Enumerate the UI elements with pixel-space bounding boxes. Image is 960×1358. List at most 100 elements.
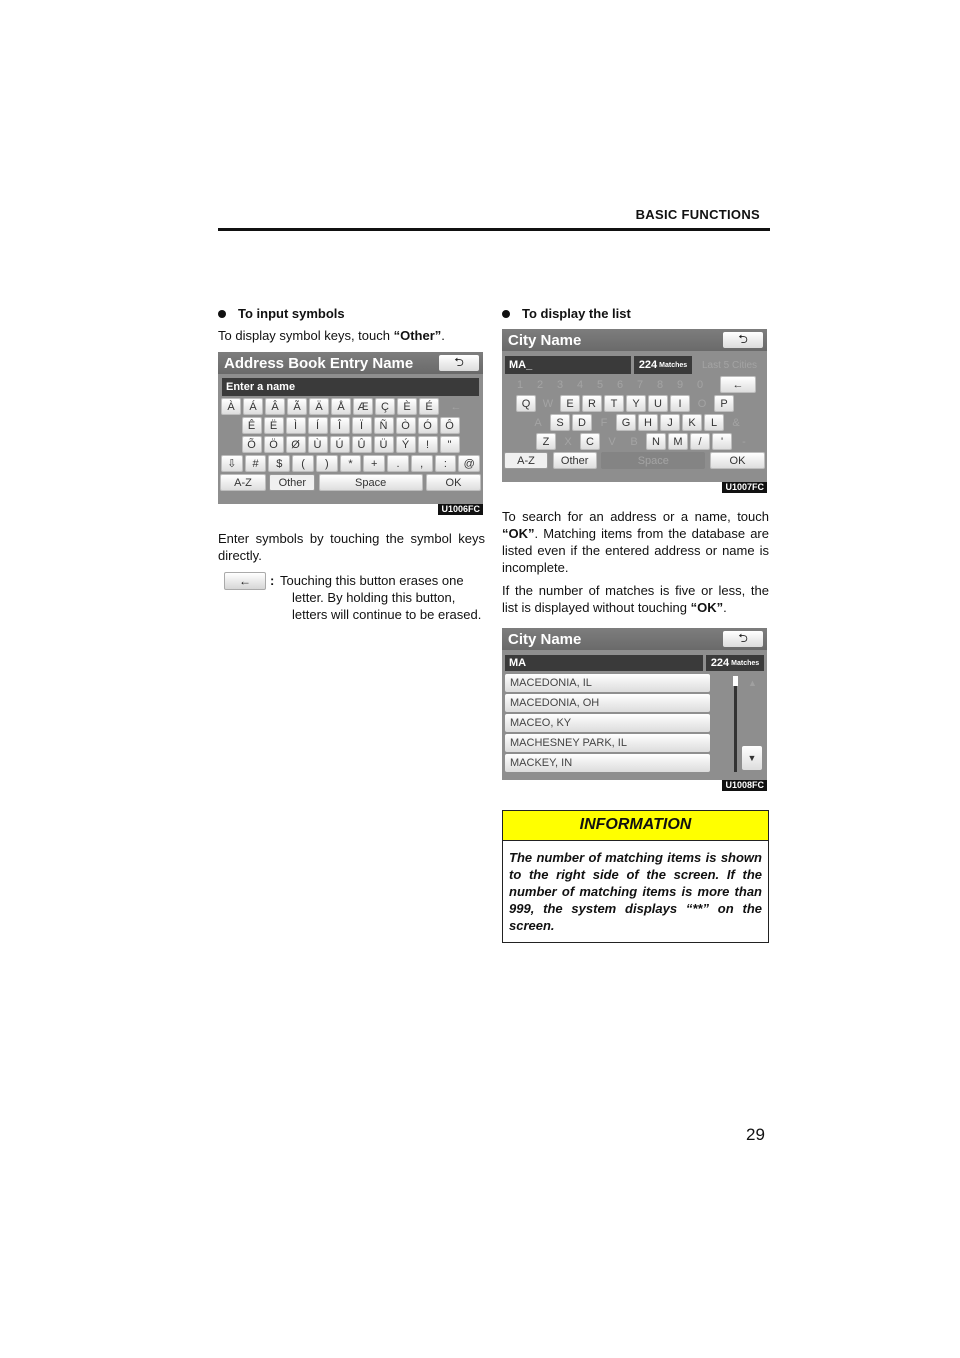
symbol-key[interactable]: Ó: [417, 417, 438, 434]
city-input[interactable]: MA: [505, 655, 703, 671]
letter-key[interactable]: C: [580, 433, 600, 450]
symbol-key[interactable]: Ú: [329, 436, 350, 453]
letter-key[interactable]: M: [668, 433, 688, 450]
digit-key[interactable]: 4: [570, 376, 590, 393]
letter-key[interactable]: V: [602, 433, 622, 450]
scrollbar-thumb[interactable]: [733, 676, 738, 686]
symbol-key[interactable]: Ä: [309, 398, 329, 415]
az-button[interactable]: A-Z: [220, 474, 266, 491]
symbol-key[interactable]: +: [363, 455, 386, 472]
symbol-key[interactable]: Ì: [285, 417, 306, 434]
letter-key[interactable]: /: [690, 433, 710, 450]
city-list-item[interactable]: MACKEY, IN: [505, 754, 710, 772]
space-button[interactable]: Space: [318, 474, 423, 491]
digit-key[interactable]: 6: [610, 376, 630, 393]
symbol-key[interactable]: È: [397, 398, 417, 415]
symbol-key[interactable]: Å: [331, 398, 351, 415]
symbol-key[interactable]: ,: [410, 455, 433, 472]
letter-key[interactable]: O: [692, 395, 712, 412]
scroll-down-button[interactable]: ▼: [742, 746, 762, 770]
symbol-key[interactable]: !: [417, 436, 438, 453]
symbol-key[interactable]: É: [419, 398, 439, 415]
symbol-key[interactable]: Ò: [395, 417, 416, 434]
letter-key[interactable]: U: [648, 395, 668, 412]
symbol-key[interactable]: @: [458, 455, 481, 472]
symbol-key[interactable]: ": [439, 436, 460, 453]
city-list-item[interactable]: MACEDONIA, OH: [505, 694, 710, 712]
letter-key[interactable]: J: [660, 414, 680, 431]
symbol-key[interactable]: Ø: [285, 436, 306, 453]
az-button[interactable]: A-Z: [504, 452, 548, 469]
symbol-key[interactable]: Ê: [241, 417, 262, 434]
letter-key[interactable]: &: [726, 414, 746, 431]
symbol-key[interactable]: Ï: [351, 417, 372, 434]
digit-key[interactable]: 5: [590, 376, 610, 393]
symbol-key[interactable]: (: [292, 455, 314, 472]
letter-key[interactable]: L: [704, 414, 724, 431]
symbol-key[interactable]: #: [244, 455, 267, 472]
symbol-key[interactable]: À: [221, 398, 241, 415]
city-list-item[interactable]: MACHESNEY PARK, IL: [505, 734, 710, 752]
letter-key[interactable]: F: [594, 414, 614, 431]
letter-key[interactable]: Q: [516, 395, 536, 412]
name-entry-field[interactable]: Enter a name: [222, 378, 479, 396]
letter-key[interactable]: I: [670, 395, 690, 412]
letter-key[interactable]: X: [558, 433, 578, 450]
symbol-key[interactable]: Ë: [263, 417, 284, 434]
scrollbar-track[interactable]: [734, 676, 737, 772]
back-button[interactable]: ⮌: [723, 332, 763, 348]
symbol-key[interactable]: Ý: [395, 436, 416, 453]
other-button[interactable]: Other: [552, 452, 597, 469]
symbol-key[interactable]: Ù: [307, 436, 328, 453]
symbol-key[interactable]: Ã: [287, 398, 307, 415]
letter-key[interactable]: P: [714, 395, 734, 412]
symbol-key[interactable]: Ñ: [373, 417, 394, 434]
letter-key[interactable]: Z: [536, 433, 556, 450]
symbol-key[interactable]: .: [387, 455, 409, 472]
symbol-key[interactable]: Ü: [373, 436, 394, 453]
symbol-key[interactable]: Î: [329, 417, 350, 434]
digit-key[interactable]: 8: [650, 376, 670, 393]
letter-key[interactable]: N: [646, 433, 666, 450]
letter-key[interactable]: -: [734, 433, 754, 450]
letter-key[interactable]: B: [624, 433, 644, 450]
letter-key[interactable]: A: [528, 414, 548, 431]
scroll-up-button[interactable]: ▲: [748, 678, 757, 688]
symbol-key[interactable]: :: [434, 455, 457, 472]
digit-key[interactable]: 3: [550, 376, 570, 393]
letter-key[interactable]: T: [604, 395, 624, 412]
digit-key[interactable]: 1: [510, 376, 530, 393]
city-input[interactable]: MA_: [505, 356, 631, 374]
symbol-key[interactable]: ): [315, 455, 338, 472]
backspace-key[interactable]: ←: [441, 398, 471, 415]
symbol-key[interactable]: Ö: [263, 436, 284, 453]
symbol-key[interactable]: Õ: [241, 436, 262, 453]
letter-key[interactable]: Y: [626, 395, 646, 412]
other-button[interactable]: Other: [269, 474, 316, 491]
ok-button[interactable]: OK: [709, 452, 765, 469]
symbol-key[interactable]: Û: [351, 436, 372, 453]
letter-key[interactable]: W: [538, 395, 558, 412]
letter-key[interactable]: G: [616, 414, 636, 431]
letter-key[interactable]: H: [638, 414, 658, 431]
symbol-key[interactable]: Í: [307, 417, 328, 434]
digit-key[interactable]: 9: [670, 376, 690, 393]
space-button[interactable]: Space: [601, 452, 706, 469]
letter-key[interactable]: E: [560, 395, 580, 412]
digit-key[interactable]: 2: [530, 376, 550, 393]
letter-key[interactable]: R: [582, 395, 602, 412]
letter-key[interactable]: K: [682, 414, 702, 431]
last-5-cities-button[interactable]: Last 5 Cities: [695, 356, 764, 374]
city-list-item[interactable]: MACEO, KY: [505, 714, 710, 732]
symbol-key[interactable]: Æ: [353, 398, 373, 415]
back-button[interactable]: ⮌: [439, 355, 479, 371]
digit-key[interactable]: 0: [690, 376, 710, 393]
symbol-key[interactable]: Ç: [375, 398, 395, 415]
ok-button[interactable]: OK: [425, 474, 481, 491]
digit-key[interactable]: 7: [630, 376, 650, 393]
symbol-key[interactable]: Á: [243, 398, 263, 415]
symbol-key[interactable]: Ô: [439, 417, 460, 434]
symbol-key[interactable]: Â: [265, 398, 285, 415]
letter-key[interactable]: S: [550, 414, 570, 431]
symbol-key[interactable]: $: [268, 455, 291, 472]
